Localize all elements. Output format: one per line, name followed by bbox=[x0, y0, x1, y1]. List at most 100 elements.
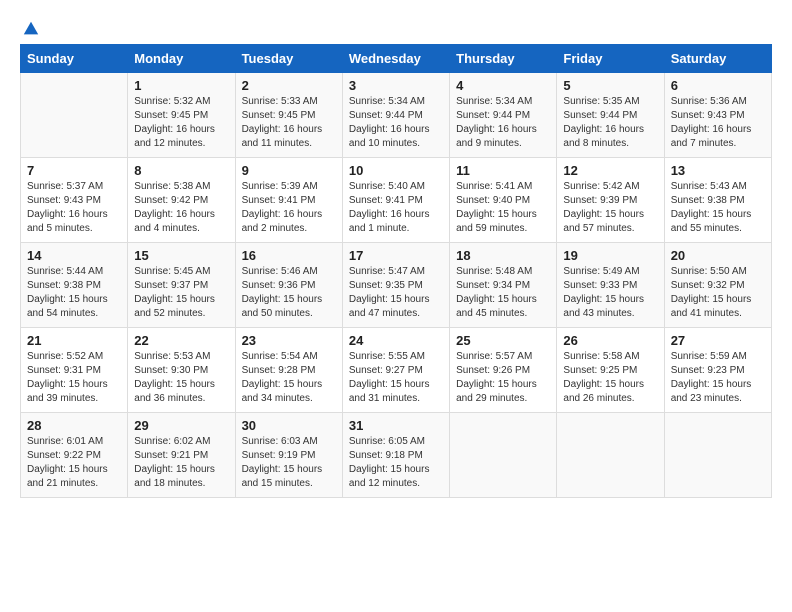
day-number: 1 bbox=[134, 78, 228, 93]
page-header bbox=[20, 20, 772, 34]
calendar-cell: 29 Sunrise: 6:02 AM Sunset: 9:21 PM Dayl… bbox=[128, 413, 235, 498]
sunset-text: Sunset: 9:41 PM bbox=[242, 194, 336, 208]
cell-info: Sunrise: 5:35 AM Sunset: 9:44 PM Dayligh… bbox=[563, 95, 657, 151]
calendar-cell: 25 Sunrise: 5:57 AM Sunset: 9:26 PM Dayl… bbox=[450, 328, 557, 413]
daylight-text: Daylight: 15 hours and 36 minutes. bbox=[134, 378, 228, 406]
calendar-cell: 22 Sunrise: 5:53 AM Sunset: 9:30 PM Dayl… bbox=[128, 328, 235, 413]
sunset-text: Sunset: 9:18 PM bbox=[349, 449, 443, 463]
cell-info: Sunrise: 5:40 AM Sunset: 9:41 PM Dayligh… bbox=[349, 180, 443, 236]
daylight-text: Daylight: 15 hours and 34 minutes. bbox=[242, 378, 336, 406]
calendar-week-row: 1 Sunrise: 5:32 AM Sunset: 9:45 PM Dayli… bbox=[21, 73, 772, 158]
day-number: 28 bbox=[27, 418, 121, 433]
calendar-cell: 18 Sunrise: 5:48 AM Sunset: 9:34 PM Dayl… bbox=[450, 243, 557, 328]
sunset-text: Sunset: 9:41 PM bbox=[349, 194, 443, 208]
daylight-text: Daylight: 15 hours and 54 minutes. bbox=[27, 293, 121, 321]
daylight-text: Daylight: 15 hours and 39 minutes. bbox=[27, 378, 121, 406]
sunrise-text: Sunrise: 5:40 AM bbox=[349, 180, 443, 194]
calendar-cell: 4 Sunrise: 5:34 AM Sunset: 9:44 PM Dayli… bbox=[450, 73, 557, 158]
calendar-cell: 15 Sunrise: 5:45 AM Sunset: 9:37 PM Dayl… bbox=[128, 243, 235, 328]
cell-info: Sunrise: 5:39 AM Sunset: 9:41 PM Dayligh… bbox=[242, 180, 336, 236]
daylight-text: Daylight: 15 hours and 21 minutes. bbox=[27, 463, 121, 491]
sunrise-text: Sunrise: 6:02 AM bbox=[134, 435, 228, 449]
cell-info: Sunrise: 5:37 AM Sunset: 9:43 PM Dayligh… bbox=[27, 180, 121, 236]
sunset-text: Sunset: 9:43 PM bbox=[27, 194, 121, 208]
sunset-text: Sunset: 9:37 PM bbox=[134, 279, 228, 293]
calendar-cell bbox=[21, 73, 128, 158]
day-number: 2 bbox=[242, 78, 336, 93]
calendar-cell: 9 Sunrise: 5:39 AM Sunset: 9:41 PM Dayli… bbox=[235, 158, 342, 243]
sunrise-text: Sunrise: 5:45 AM bbox=[134, 265, 228, 279]
daylight-text: Daylight: 15 hours and 15 minutes. bbox=[242, 463, 336, 491]
calendar-cell: 2 Sunrise: 5:33 AM Sunset: 9:45 PM Dayli… bbox=[235, 73, 342, 158]
weekday-header-sunday: Sunday bbox=[21, 45, 128, 73]
calendar-cell: 7 Sunrise: 5:37 AM Sunset: 9:43 PM Dayli… bbox=[21, 158, 128, 243]
day-number: 24 bbox=[349, 333, 443, 348]
calendar-cell: 13 Sunrise: 5:43 AM Sunset: 9:38 PM Dayl… bbox=[664, 158, 771, 243]
day-number: 12 bbox=[563, 163, 657, 178]
cell-info: Sunrise: 5:34 AM Sunset: 9:44 PM Dayligh… bbox=[456, 95, 550, 151]
calendar-cell: 21 Sunrise: 5:52 AM Sunset: 9:31 PM Dayl… bbox=[21, 328, 128, 413]
sunrise-text: Sunrise: 5:59 AM bbox=[671, 350, 765, 364]
cell-info: Sunrise: 5:44 AM Sunset: 9:38 PM Dayligh… bbox=[27, 265, 121, 321]
day-number: 9 bbox=[242, 163, 336, 178]
sunrise-text: Sunrise: 5:47 AM bbox=[349, 265, 443, 279]
daylight-text: Daylight: 15 hours and 29 minutes. bbox=[456, 378, 550, 406]
day-number: 18 bbox=[456, 248, 550, 263]
daylight-text: Daylight: 15 hours and 47 minutes. bbox=[349, 293, 443, 321]
sunset-text: Sunset: 9:32 PM bbox=[671, 279, 765, 293]
calendar-cell: 26 Sunrise: 5:58 AM Sunset: 9:25 PM Dayl… bbox=[557, 328, 664, 413]
daylight-text: Daylight: 15 hours and 18 minutes. bbox=[134, 463, 228, 491]
sunset-text: Sunset: 9:21 PM bbox=[134, 449, 228, 463]
sunset-text: Sunset: 9:31 PM bbox=[27, 364, 121, 378]
daylight-text: Daylight: 15 hours and 31 minutes. bbox=[349, 378, 443, 406]
calendar-cell: 14 Sunrise: 5:44 AM Sunset: 9:38 PM Dayl… bbox=[21, 243, 128, 328]
day-number: 3 bbox=[349, 78, 443, 93]
day-number: 27 bbox=[671, 333, 765, 348]
sunrise-text: Sunrise: 5:42 AM bbox=[563, 180, 657, 194]
day-number: 30 bbox=[242, 418, 336, 433]
daylight-text: Daylight: 15 hours and 26 minutes. bbox=[563, 378, 657, 406]
sunrise-text: Sunrise: 5:35 AM bbox=[563, 95, 657, 109]
sunset-text: Sunset: 9:44 PM bbox=[563, 109, 657, 123]
day-number: 22 bbox=[134, 333, 228, 348]
logo bbox=[20, 20, 40, 34]
cell-info: Sunrise: 5:59 AM Sunset: 9:23 PM Dayligh… bbox=[671, 350, 765, 406]
daylight-text: Daylight: 16 hours and 11 minutes. bbox=[242, 123, 336, 151]
day-number: 17 bbox=[349, 248, 443, 263]
calendar-cell: 8 Sunrise: 5:38 AM Sunset: 9:42 PM Dayli… bbox=[128, 158, 235, 243]
day-number: 23 bbox=[242, 333, 336, 348]
calendar-cell bbox=[664, 413, 771, 498]
sunset-text: Sunset: 9:22 PM bbox=[27, 449, 121, 463]
sunset-text: Sunset: 9:40 PM bbox=[456, 194, 550, 208]
cell-info: Sunrise: 5:33 AM Sunset: 9:45 PM Dayligh… bbox=[242, 95, 336, 151]
cell-info: Sunrise: 6:01 AM Sunset: 9:22 PM Dayligh… bbox=[27, 435, 121, 491]
daylight-text: Daylight: 16 hours and 12 minutes. bbox=[134, 123, 228, 151]
sunrise-text: Sunrise: 5:58 AM bbox=[563, 350, 657, 364]
calendar-cell: 1 Sunrise: 5:32 AM Sunset: 9:45 PM Dayli… bbox=[128, 73, 235, 158]
sunrise-text: Sunrise: 5:33 AM bbox=[242, 95, 336, 109]
daylight-text: Daylight: 16 hours and 2 minutes. bbox=[242, 208, 336, 236]
daylight-text: Daylight: 16 hours and 4 minutes. bbox=[134, 208, 228, 236]
weekday-header-friday: Friday bbox=[557, 45, 664, 73]
day-number: 6 bbox=[671, 78, 765, 93]
sunrise-text: Sunrise: 5:52 AM bbox=[27, 350, 121, 364]
daylight-text: Daylight: 16 hours and 9 minutes. bbox=[456, 123, 550, 151]
sunset-text: Sunset: 9:44 PM bbox=[349, 109, 443, 123]
cell-info: Sunrise: 6:02 AM Sunset: 9:21 PM Dayligh… bbox=[134, 435, 228, 491]
sunrise-text: Sunrise: 5:46 AM bbox=[242, 265, 336, 279]
calendar-cell: 24 Sunrise: 5:55 AM Sunset: 9:27 PM Dayl… bbox=[342, 328, 449, 413]
cell-info: Sunrise: 5:42 AM Sunset: 9:39 PM Dayligh… bbox=[563, 180, 657, 236]
daylight-text: Daylight: 16 hours and 7 minutes. bbox=[671, 123, 765, 151]
day-number: 14 bbox=[27, 248, 121, 263]
daylight-text: Daylight: 15 hours and 57 minutes. bbox=[563, 208, 657, 236]
sunrise-text: Sunrise: 5:48 AM bbox=[456, 265, 550, 279]
day-number: 29 bbox=[134, 418, 228, 433]
calendar-cell: 27 Sunrise: 5:59 AM Sunset: 9:23 PM Dayl… bbox=[664, 328, 771, 413]
calendar-cell: 3 Sunrise: 5:34 AM Sunset: 9:44 PM Dayli… bbox=[342, 73, 449, 158]
sunrise-text: Sunrise: 5:57 AM bbox=[456, 350, 550, 364]
daylight-text: Daylight: 15 hours and 12 minutes. bbox=[349, 463, 443, 491]
sunrise-text: Sunrise: 5:50 AM bbox=[671, 265, 765, 279]
calendar-week-row: 14 Sunrise: 5:44 AM Sunset: 9:38 PM Dayl… bbox=[21, 243, 772, 328]
logo-icon bbox=[22, 20, 40, 38]
daylight-text: Daylight: 16 hours and 10 minutes. bbox=[349, 123, 443, 151]
